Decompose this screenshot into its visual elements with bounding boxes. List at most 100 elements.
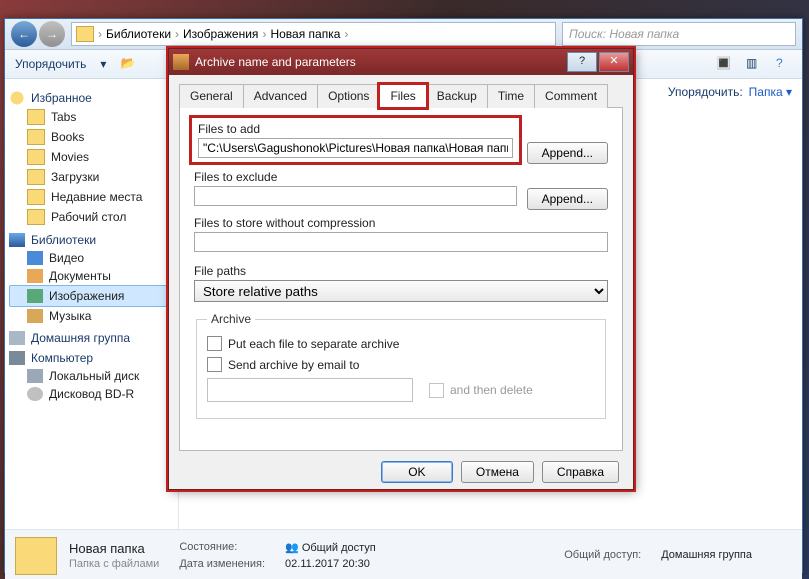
tab-files[interactable]: Files [379, 84, 426, 108]
sidebar-item-label: Документы [49, 269, 111, 283]
sidebar-item-label: Tabs [51, 110, 76, 124]
preview-pane-icon[interactable]: ▥ [746, 56, 762, 72]
send-email-row[interactable]: Send archive by email to [207, 357, 595, 372]
tab-comment[interactable]: Comment [534, 84, 608, 108]
sidebar-item-label: Загрузки [51, 170, 99, 184]
status-modified-label: Дата изменения: [179, 558, 265, 570]
sidebar-item[interactable]: Загрузки [9, 167, 174, 187]
files-no-compress-label: Files to store without compression [194, 216, 608, 230]
sidebar-item[interactable]: Локальный диск [9, 367, 174, 385]
breadcrumb-item[interactable]: Изображения [183, 27, 258, 41]
search-input[interactable]: Поиск: Новая папка [562, 22, 796, 46]
put-separate-row[interactable]: Put each file to separate archive [207, 336, 595, 351]
archive-dialog: Archive name and parameters ? ✕ General … [168, 48, 634, 490]
file-paths-label: File paths [194, 264, 608, 278]
forward-button[interactable]: → [39, 21, 65, 47]
checkbox-send-email[interactable] [207, 357, 222, 372]
sidebar-item-label: Изображения [49, 289, 124, 303]
tab-general[interactable]: General [179, 84, 244, 108]
files-to-add-label: Files to add [198, 122, 513, 136]
address-bar[interactable]: › Библиотеки › Изображения › Новая папка… [71, 22, 556, 46]
files-no-compress-group: Files to store without compression [194, 216, 608, 252]
append-button-2[interactable]: Append... [527, 188, 608, 210]
sidebar-item-label: Movies [51, 150, 89, 164]
optical-disc-icon [27, 387, 43, 401]
folder-icon [27, 189, 45, 205]
sidebar-item-images[interactable]: Изображения [9, 285, 174, 307]
tab-page-files: Files to add Append... Files to exclude … [179, 108, 623, 451]
files-to-exclude-label: Files to exclude [194, 170, 517, 184]
documents-icon [27, 269, 43, 283]
archive-group: Archive Put each file to separate archiv… [196, 312, 606, 419]
files-to-add-input[interactable] [198, 138, 513, 158]
checkbox-then-delete [429, 383, 444, 398]
view-icon[interactable]: 🔳 [716, 56, 732, 72]
tab-options[interactable]: Options [317, 84, 380, 108]
chevron-right-icon: › [262, 27, 266, 41]
sidebar-item[interactable]: Недавние места [9, 187, 174, 207]
images-icon [27, 289, 43, 303]
help-button[interactable]: Справка [542, 461, 619, 483]
sidebar-item-label: Видео [49, 251, 84, 265]
sidebar-item[interactable]: Видео [9, 249, 174, 267]
files-to-exclude-group: Files to exclude [194, 170, 517, 206]
chevron-right-icon: › [98, 27, 102, 41]
status-bar: Новая папка Состояние: 👥 Общий доступ Па… [5, 529, 802, 579]
sidebar-item-label: Недавние места [51, 190, 142, 204]
star-icon [9, 91, 25, 105]
sidebar-item[interactable]: Tabs [9, 107, 174, 127]
dialog-body: General Advanced Options Files Backup Ti… [169, 75, 633, 489]
folder-icon [27, 129, 45, 145]
sidebar-computer-header[interactable]: Компьютер [9, 351, 174, 365]
sidebar-item[interactable]: Музыка [9, 307, 174, 325]
sidebar-libraries-header[interactable]: Библиотеки [9, 233, 174, 247]
sidebar-item[interactable]: Рабочий стол [9, 207, 174, 227]
music-icon [27, 309, 43, 323]
winrar-icon [173, 54, 189, 70]
cancel-button[interactable]: Отмена [461, 461, 534, 483]
files-to-add-group: Files to add [194, 120, 517, 160]
tab-time[interactable]: Time [487, 84, 535, 108]
ok-button[interactable]: OK [381, 461, 453, 483]
dropdown-arrow-icon: ▾ [100, 57, 106, 71]
chevron-right-icon: › [344, 27, 348, 41]
sidebar-item[interactable]: Movies [9, 147, 174, 167]
video-icon [27, 251, 43, 265]
open-icon[interactable]: 📂 [120, 56, 136, 72]
computer-icon [9, 351, 25, 365]
sidebar-item[interactable]: Дисковод BD-R [9, 385, 174, 403]
then-delete-label: and then delete [450, 383, 533, 397]
dialog-titlebar[interactable]: Archive name and parameters ? ✕ [169, 49, 633, 75]
explorer-navbar: ← → › Библиотеки › Изображения › Новая п… [5, 19, 802, 50]
breadcrumb-item[interactable]: Новая папка [270, 27, 340, 41]
sidebar-header-label: Библиотеки [31, 233, 96, 247]
sidebar-header-label: Домашняя группа [31, 331, 130, 345]
tab-backup[interactable]: Backup [426, 84, 488, 108]
back-button[interactable]: ← [11, 21, 37, 47]
sidebar-favorites-header[interactable]: Избранное [9, 91, 174, 105]
organize-button[interactable]: Упорядочить [15, 57, 86, 71]
status-access-label: Общий доступ: [564, 549, 641, 561]
dialog-title: Archive name and parameters [195, 55, 565, 69]
status-state-value: 👥 Общий доступ [285, 541, 376, 556]
sidebar-homegroup-header[interactable]: Домашняя группа [9, 331, 174, 345]
tab-advanced[interactable]: Advanced [243, 84, 318, 108]
file-paths-select[interactable]: Store relative paths [194, 280, 608, 302]
files-no-compress-input[interactable] [194, 232, 608, 252]
status-modified-value: 02.11.2017 20:30 [285, 558, 376, 572]
folder-icon [27, 209, 45, 225]
checkbox-put-separate[interactable] [207, 336, 222, 351]
help-button[interactable]: ? [567, 52, 597, 72]
help-icon[interactable]: ? [776, 56, 792, 72]
append-button-1[interactable]: Append... [527, 142, 608, 164]
sidebar-item[interactable]: Документы [9, 267, 174, 285]
status-info: Новая папка Состояние: 👥 Общий доступ Па… [69, 541, 396, 572]
breadcrumb-item[interactable]: Библиотеки [106, 27, 171, 41]
sort-dropdown[interactable]: Папка ▾ [749, 85, 792, 99]
sidebar-item-label: Локальный диск [49, 369, 139, 383]
files-to-exclude-input[interactable] [194, 186, 517, 206]
homegroup-icon [9, 331, 25, 345]
close-button[interactable]: ✕ [599, 52, 629, 72]
sidebar-item[interactable]: Books [9, 127, 174, 147]
file-paths-group: File paths Store relative paths [194, 264, 608, 302]
